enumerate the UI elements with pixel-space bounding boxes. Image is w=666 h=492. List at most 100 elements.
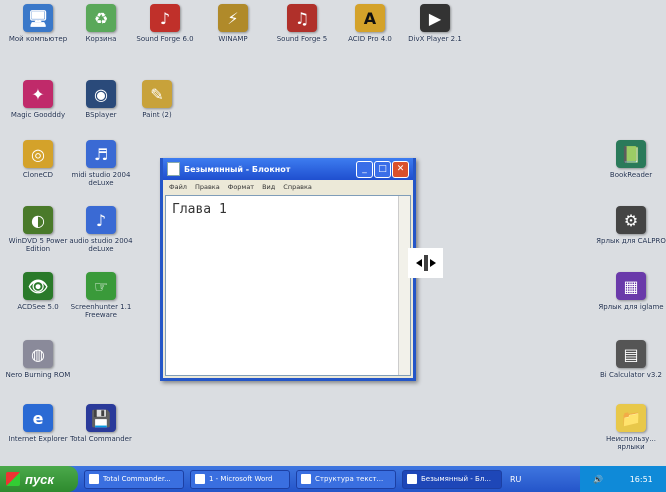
menu-help[interactable]: Справка xyxy=(283,183,312,191)
desktop: 🖥 Мой компьютер ♻ Корзина ♪ Sound Forge … xyxy=(0,0,666,466)
tray-icon[interactable]: 🔊 xyxy=(593,475,603,484)
calpro-icon: ⚙ xyxy=(616,206,646,234)
icon-label: BookReader xyxy=(609,171,653,179)
icon-label: ACID Pro 4.0 xyxy=(348,35,392,43)
magic-goody-icon: ✦ xyxy=(23,80,53,108)
icon-label: Screenhunter 1.1 Freeware xyxy=(70,303,132,319)
desktop-icon-nero[interactable]: ◍ Nero Burning ROM xyxy=(3,340,73,379)
desktop-icon-midi-studio[interactable]: ♬ midi studio 2004 deLuxe xyxy=(66,140,136,187)
windows-flag-icon xyxy=(6,472,20,486)
desktop-icon-internet-explorer[interactable]: e Internet Explorer xyxy=(3,404,73,443)
desktop-icon-bookreader[interactable]: 📗 BookReader xyxy=(596,140,666,179)
taskbar-button-label: Безымянный - Бл... xyxy=(421,475,492,483)
desktop-icon-iglame[interactable]: ▦ Ярлык для iglame xyxy=(596,272,666,311)
icon-label: Internet Explorer xyxy=(8,435,68,443)
calculator-icon: ▤ xyxy=(616,340,646,368)
sound-forge-5-icon: ♫ xyxy=(287,4,317,32)
start-label: пуск xyxy=(25,471,54,487)
menu-view[interactable]: Вид xyxy=(262,183,275,191)
notepad-icon xyxy=(167,162,180,176)
bookreader-icon: 📗 xyxy=(616,140,646,168)
taskbar-button-total-commander[interactable]: Total Commander... xyxy=(84,469,184,489)
taskbar-button-structure[interactable]: Структура текст... xyxy=(296,469,396,489)
menu-edit[interactable]: Правка xyxy=(195,183,220,191)
language-indicator[interactable]: RU xyxy=(510,475,521,484)
midi-studio-icon: ♬ xyxy=(86,140,116,168)
desktop-icon-acid-pro[interactable]: A ACID Pro 4.0 xyxy=(335,4,405,43)
notepad-window[interactable]: Безымянный - Блокнот _ □ ✕ Файл Правка Ф… xyxy=(160,158,416,381)
desktop-icon-screenhunter[interactable]: ☞ Screenhunter 1.1 Freeware xyxy=(66,272,136,319)
acdsee-icon: 👁 xyxy=(23,272,53,300)
desktop-icon-magic-goody[interactable]: ✦ Magic Goodddy xyxy=(3,80,73,119)
desktop-icon-calpro[interactable]: ⚙ Ярлык для CALPRO xyxy=(596,206,666,245)
menu-bar: Файл Правка Формат Вид Справка xyxy=(163,180,413,194)
desktop-icon-my-computer[interactable]: 🖥 Мой компьютер xyxy=(3,4,73,43)
desktop-icon-unused-shortcuts[interactable]: 📁 Неиспользу... ярлыки xyxy=(596,404,666,451)
resize-cursor-callout xyxy=(408,248,443,278)
icon-label: Ярлык для CALPRO xyxy=(596,237,666,245)
screenhunter-icon: ☞ xyxy=(86,272,116,300)
document-icon xyxy=(301,474,311,484)
divx-player-icon: ▶ xyxy=(420,4,450,32)
taskbar-button-word[interactable]: 1 - Microsoft Word xyxy=(190,469,290,489)
icon-label: Sound Forge 6.0 xyxy=(136,35,194,43)
desktop-icon-sound-forge[interactable]: ♪ Sound Forge 6.0 xyxy=(130,4,200,43)
icon-label: Paint (2) xyxy=(142,111,172,119)
desktop-icon-windvd[interactable]: ◐ WinDVD 5 Power Edition xyxy=(3,206,73,253)
window-title: Безымянный - Блокнот xyxy=(184,164,291,174)
menu-file[interactable]: Файл xyxy=(169,183,187,191)
word-icon xyxy=(195,474,205,484)
icon-label: audio studio 2004 deLuxe xyxy=(69,237,133,253)
clonecd-icon: ◎ xyxy=(23,140,53,168)
icon-label: ACDSee 5.0 xyxy=(17,303,59,311)
desktop-icon-divx-player[interactable]: ▶ DivX Player 2.1 xyxy=(400,4,470,43)
computer-icon: 🖥 xyxy=(23,4,53,32)
desktop-icon-calculator[interactable]: ▤ Bi Calculator v3.2 xyxy=(596,340,666,379)
icon-label: Ярлык для iglame xyxy=(598,303,664,311)
desktop-icon-audio-studio[interactable]: ♪ audio studio 2004 deLuxe xyxy=(66,206,136,253)
icon-label: Sound Forge 5 xyxy=(276,35,328,43)
acid-pro-icon: A xyxy=(355,4,385,32)
maximize-button[interactable]: □ xyxy=(374,161,391,178)
paint-icon: ✎ xyxy=(142,80,172,108)
icon-label: Bi Calculator v3.2 xyxy=(599,371,663,379)
text-editor-area[interactable]: Глава 1 xyxy=(165,195,411,376)
icon-label: CloneCD xyxy=(22,171,54,179)
desktop-icon-winamp[interactable]: ⚡ WINAMP xyxy=(198,4,268,43)
start-button[interactable]: пуск xyxy=(0,466,78,492)
winamp-icon: ⚡ xyxy=(218,4,248,32)
desktop-icon-clonecd[interactable]: ◎ CloneCD xyxy=(3,140,73,179)
icon-label: Корзина xyxy=(85,35,117,43)
folder-icon: 📁 xyxy=(616,404,646,432)
taskbar-button-notepad[interactable]: Безымянный - Бл... xyxy=(402,469,502,489)
audio-studio-icon: ♪ xyxy=(86,206,116,234)
taskbar: пуск Total Commander... 1 - Microsoft Wo… xyxy=(0,466,666,492)
icon-label: Total Commander xyxy=(70,435,132,443)
taskbar-button-label: 1 - Microsoft Word xyxy=(209,475,273,483)
internet-explorer-icon: e xyxy=(23,404,53,432)
desktop-icon-total-commander[interactable]: 💾 Total Commander xyxy=(66,404,136,443)
minimize-button[interactable]: _ xyxy=(356,161,373,178)
windvd-icon: ◐ xyxy=(23,206,53,234)
menu-format[interactable]: Формат xyxy=(228,183,254,191)
recycle-bin-icon: ♻ xyxy=(86,4,116,32)
desktop-icon-sound-forge-5[interactable]: ♫ Sound Forge 5 xyxy=(267,4,337,43)
icon-label: WinDVD 5 Power Edition xyxy=(8,237,68,253)
notepad-icon xyxy=(407,474,417,484)
horizontal-resize-cursor-icon xyxy=(415,255,436,271)
vertical-scrollbar[interactable] xyxy=(398,196,410,375)
clock[interactable]: 16:51 xyxy=(630,475,653,484)
desktop-icon-paint[interactable]: ✎ Paint (2) xyxy=(122,80,192,119)
desktop-icon-recycle-bin[interactable]: ♻ Корзина xyxy=(66,4,136,43)
taskbar-button-label: Total Commander... xyxy=(103,475,171,483)
desktop-icon-acdsee[interactable]: 👁 ACDSee 5.0 xyxy=(3,272,73,311)
nero-icon: ◍ xyxy=(23,340,53,368)
icon-label: Magic Goodddy xyxy=(10,111,66,119)
notepad-titlebar[interactable]: Безымянный - Блокнот _ □ ✕ xyxy=(163,158,413,180)
editor-text: Глава 1 xyxy=(172,202,227,217)
close-button[interactable]: ✕ xyxy=(392,161,409,178)
icon-label: Неиспользу... ярлыки xyxy=(606,435,656,451)
sound-forge-icon: ♪ xyxy=(150,4,180,32)
icon-label: Мой компьютер xyxy=(8,35,68,43)
total-commander-icon: 💾 xyxy=(86,404,116,432)
